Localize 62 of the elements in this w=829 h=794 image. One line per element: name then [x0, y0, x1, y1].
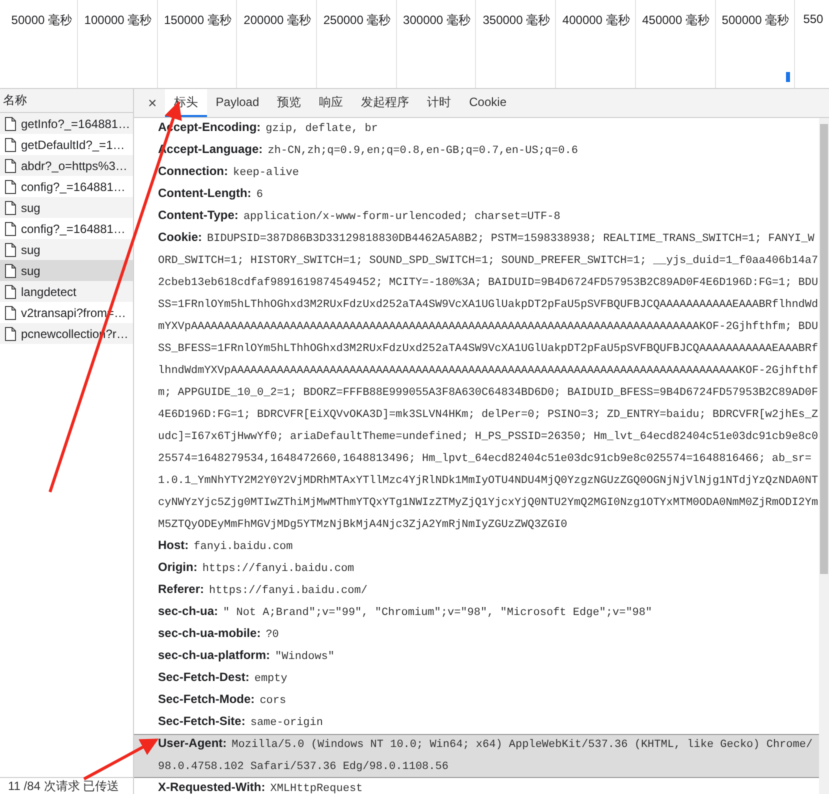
header-row-text: Host: fanyi.baidu.com	[157, 537, 294, 555]
request-name: config?_=164881…	[21, 180, 126, 194]
file-icon	[5, 326, 16, 340]
header-row-text: X-Requested-With: XMLHttpRequest	[157, 779, 364, 794]
request-row[interactable]: sug	[0, 239, 133, 260]
time-tick: 200000 毫秒	[244, 12, 312, 27]
file-icon	[5, 264, 16, 278]
tab[interactable]: Cookie	[460, 89, 516, 117]
time-tick: 100000 毫秒	[84, 12, 152, 27]
header-row-text: Sec-Fetch-Mode: cors	[157, 691, 288, 709]
header-row-text: Origin: https://fanyi.baidu.com	[157, 559, 356, 577]
file-icon	[5, 180, 16, 194]
header-row-text: sec-ch-ua-mobile: ?0	[157, 625, 280, 643]
header-row-text: Content-Type: application/x-www-form-urlencoded; charset=UTF-8	[157, 207, 562, 225]
request-bar	[786, 72, 790, 82]
tab[interactable]: 计时	[418, 89, 460, 117]
tab[interactable]: Payload	[206, 89, 268, 117]
file-icon	[5, 242, 16, 256]
header-row-text: Sec-Fetch-Site: same-origin	[157, 713, 324, 731]
header-row-text: sec-ch-ua: " Not A;Brand";v="99", "Chromium";v="98", "Microsoft Edge";v="98"	[157, 603, 654, 621]
tab[interactable]: 发起程序	[352, 89, 418, 117]
file-icon	[5, 306, 16, 320]
file-icon	[5, 200, 16, 214]
request-row[interactable]: sug	[0, 197, 133, 218]
time-tick: 350000 毫秒	[482, 12, 550, 27]
time-tick: 150000 毫秒	[164, 12, 232, 27]
request-name: getDefaultId?_=1…	[21, 138, 125, 152]
header-row-text: Sec-Fetch-Dest: empty	[157, 669, 288, 687]
column-header[interactable]: 名称	[0, 89, 133, 113]
time-tick: 400000 毫秒	[562, 12, 630, 27]
status-text: 11 /84 次请求 已传送	[0, 777, 133, 794]
file-icon	[5, 138, 16, 152]
request-row[interactable]: abdr?_o=https%3…	[0, 155, 133, 176]
request-name: langdetect	[21, 284, 76, 298]
scrollbar[interactable]	[819, 118, 829, 794]
time-tick: 250000 毫秒	[323, 12, 391, 27]
time-tick: 550	[803, 12, 824, 27]
request-name: abdr?_o=https%3…	[21, 158, 128, 172]
time-tick: 500000 毫秒	[722, 12, 790, 27]
request-name: sug	[21, 264, 40, 278]
header-row: User-Agent: Mozilla/5.0 (Windows NT 10.0; Win64; x64) AppleWebKit/537.36 (KHTML, like Gecko) Chrome/98.0.4758.102 Safari/537.36 Edg/98.0.1108.56	[134, 734, 819, 778]
time-tick: 50000 毫秒	[11, 12, 72, 27]
header-row-text: sec-ch-ua-platform: "Windows"	[157, 647, 336, 665]
header-row-text: Content-Length: 6	[157, 185, 264, 203]
request-name: config?_=164881…	[21, 222, 126, 236]
file-icon	[5, 222, 16, 236]
request-row[interactable]: langdetect	[0, 281, 133, 302]
request-row[interactable]: sug	[0, 260, 133, 281]
close-button[interactable]: ×	[140, 89, 165, 117]
tab[interactable]: 响应	[310, 89, 352, 117]
header-row-text: Connection: keep-alive	[157, 163, 300, 181]
time-tick: 450000 毫秒	[642, 12, 710, 27]
request-name: sug	[21, 242, 40, 256]
request-name: sug	[21, 200, 40, 214]
time-tick: 300000 毫秒	[403, 12, 470, 27]
file-icon	[5, 284, 16, 298]
request-row[interactable]: getInfo?_=164881…	[0, 113, 133, 134]
request-name: getInfo?_=164881…	[21, 116, 130, 130]
file-icon	[5, 116, 16, 130]
header-row-text: Referer: https://fanyi.baidu.com/	[157, 581, 368, 599]
file-icon	[5, 158, 16, 172]
tab[interactable]: 预览	[268, 89, 310, 117]
